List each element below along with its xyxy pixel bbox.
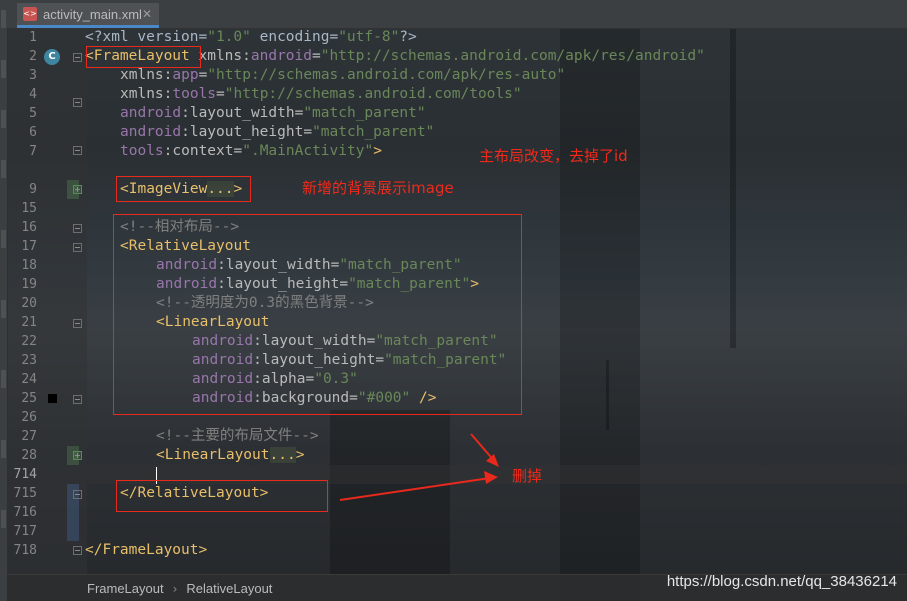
- arrow-line: [339, 477, 491, 501]
- arrow-head: [484, 471, 498, 484]
- arrow-head: [486, 454, 499, 467]
- breadcrumb-item[interactable]: RelativeLayout: [186, 581, 272, 596]
- watermark-text: https://blog.csdn.net/qq_38436214: [666, 573, 897, 590]
- annotation-arrows: [339, 433, 499, 501]
- chevron-right-icon: ›: [172, 581, 178, 596]
- ide-window: <> activity_main.xml ✕ 1 2 3 4 5 6 7 9 1…: [0, 0, 907, 601]
- breadcrumb-item[interactable]: FrameLayout: [87, 581, 164, 596]
